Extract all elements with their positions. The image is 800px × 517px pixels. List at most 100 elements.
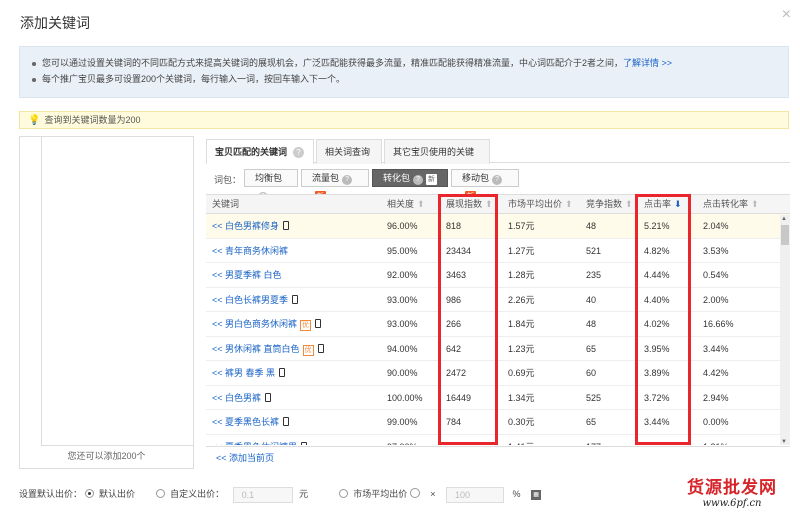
rel-cell: 97.00% <box>387 435 418 446</box>
learn-more-link[interactable]: 了解详情 >> <box>623 58 672 68</box>
table-row[interactable]: << 男夏季裤 白色 92.00% 3463 1.28元 235 4.44% 0.54% <box>206 263 790 288</box>
table-row[interactable]: << 白色长裤男夏季 93.00% 986 2.26元 40 4.40% 2.00% <box>206 288 790 312</box>
table-row[interactable]: << 裤男 春季 黑 90.00% 2472 0.69元 60 3.89% 4.42% <box>206 361 790 386</box>
col-competition[interactable]: 竞争指数 ⬆ <box>586 195 633 214</box>
help-icon[interactable]: ? <box>492 175 503 185</box>
table-header: 关键词 相关度 ⬆ 展现指数 ⬆ 市场平均出价 ⬆ 竞争指数 ⬆ 点击率 ⬇ 点击转化率 ⬆ <box>206 195 790 214</box>
rel-cell: 90.00% <box>387 368 418 378</box>
comp-cell: 65 <box>586 343 597 354</box>
yuan-unit: 元 <box>299 489 309 499</box>
package-label: 词包： <box>214 175 242 185</box>
radio-default-bid[interactable] <box>84 489 94 498</box>
mobile-icon <box>283 417 290 426</box>
info-line-1: 您可以通过设置关键词的不同匹配方式来提高关键词的展现机会，广泛匹配能获得最多流量… <box>42 58 624 68</box>
package-bar: 词包： 均衡包? 流量包?新 转化包?新 移动包?新 <box>206 165 790 202</box>
col-avg-price[interactable]: 市场平均出价 ⬆ <box>508 195 573 214</box>
add-keyword-link[interactable]: << 白色男裤 <box>212 393 261 403</box>
tab-other-items-keywords[interactable]: 其它宝贝使用的关键词 <box>384 139 490 181</box>
radio-custom-bid[interactable] <box>155 489 165 498</box>
scroll-down-icon[interactable]: ▼ <box>781 439 787 445</box>
keyword-cell: << 白色男裤 <box>212 386 272 410</box>
add-keyword-link[interactable]: << 裤男 春季 黑 <box>212 368 275 378</box>
highlight-ctr <box>635 194 691 445</box>
quality-tag: 优 <box>302 344 314 356</box>
package-traffic[interactable]: 流量包?新 <box>301 169 369 202</box>
sort-icon[interactable]: ⬆ <box>565 199 573 209</box>
notice-text: 查询到关键词数量为200 <box>44 115 141 125</box>
tab-related-search[interactable]: 相关词查询 <box>316 139 382 164</box>
help-icon[interactable]: ? <box>413 175 424 185</box>
sort-icon[interactable]: ⬆ <box>751 199 759 209</box>
col-cvr[interactable]: 点击转化率 ⬆ <box>703 195 759 214</box>
add-keyword-link[interactable]: << 男夏季裤 白色 <box>212 270 282 280</box>
add-current-page-link[interactable]: << 添加当前页 <box>206 446 790 469</box>
package-balanced[interactable]: 均衡包? <box>244 169 298 202</box>
dialog-title: 添加关键词 <box>20 15 90 31</box>
add-keyword-link[interactable]: << 青年商务休闲裤 <box>212 246 288 256</box>
selected-keywords-list[interactable] <box>41 137 193 446</box>
package-mobile[interactable]: 移动包?新 <box>451 169 519 202</box>
selected-keywords-panel: 您还可以添加200个 <box>19 136 194 469</box>
keyword-cell: << 男休闲裤 直筒白色优 <box>212 337 324 361</box>
multiply-sign: × <box>430 489 436 499</box>
custom-bid-label: 自定义出价： <box>170 489 225 499</box>
price-cell: 2.26元 <box>508 294 535 305</box>
help-icon[interactable] <box>409 488 420 498</box>
radio-market-bid[interactable] <box>338 489 348 498</box>
close-icon[interactable]: × <box>782 6 791 24</box>
price-cell: 0.69元 <box>508 368 535 378</box>
price-cell: 1.28元 <box>508 270 535 280</box>
rel-cell: 94.00% <box>387 343 418 354</box>
table-row[interactable]: << 白色男裤 100.00% 16449 1.34元 525 3.72% 2.94% <box>206 386 790 410</box>
col-relevance[interactable]: 相关度 ⬆ <box>387 195 425 214</box>
mobile-icon <box>292 294 299 304</box>
info-box: 您可以通过设置关键词的不同匹配方式来提高关键词的展现机会，广泛匹配能获得最多流量… <box>19 46 789 98</box>
package-conversion[interactable]: 转化包? 新 <box>372 169 448 187</box>
cvr-cell: 1.21% <box>703 435 729 446</box>
help-icon[interactable]: ? <box>293 147 305 158</box>
keyword-search-panel: 宝贝匹配的关键词? 相关词查询 其它宝贝使用的关键词 词包： 均衡包? 流量包?… <box>206 136 790 469</box>
cvr-cell: 2.94% <box>703 392 729 403</box>
package-conversion-label: 转化包 <box>383 173 411 183</box>
table-row[interactable]: << 白色男裤修身 96.00% 818 1.57元 48 5.21% 2.04% <box>206 214 790 239</box>
rel-cell: 92.00% <box>387 270 418 280</box>
custom-bid-input[interactable]: 0.1 <box>232 486 293 503</box>
percent-unit: % <box>512 489 521 499</box>
comp-cell: 235 <box>586 270 602 280</box>
add-keyword-link[interactable]: << 夏季黑色长裤 <box>212 417 279 427</box>
add-keyword-link[interactable]: << 夏季黑色休闲裤男 <box>212 442 297 446</box>
table-row[interactable]: << 男白色商务休闲裤优 93.00% 266 1.84元 48 4.02% 16.66% <box>206 312 790 337</box>
rel-cell: 96.00% <box>387 221 418 231</box>
add-keyword-link[interactable]: << 白色长裤男夏季 <box>212 295 288 305</box>
sort-icon[interactable]: ⬆ <box>625 199 633 209</box>
scroll-thumb[interactable] <box>781 225 789 245</box>
add-keyword-link[interactable]: << 男休闲裤 直筒白色 <box>212 344 300 354</box>
col-label: 点击转化率 <box>703 199 749 209</box>
table-scrollbar[interactable]: ▲ ▼ <box>780 215 790 445</box>
comp-cell: 48 <box>586 221 597 231</box>
keyword-cell: << 男夏季裤 白色 <box>212 263 282 287</box>
mobile-icon <box>265 392 272 402</box>
add-keyword-link[interactable]: << 白色男裤修身 <box>212 221 279 231</box>
tab-matched-keywords[interactable]: 宝贝匹配的关键词? <box>206 139 314 164</box>
help-icon[interactable]: ? <box>342 175 353 185</box>
cvr-cell: 2.00% <box>703 294 729 305</box>
table-row[interactable]: << 男休闲裤 直筒白色优 94.00% 642 1.23元 65 3.95% 3.44% <box>206 337 790 361</box>
package-traffic-label: 流量包 <box>312 173 340 183</box>
comp-cell: 525 <box>586 392 602 403</box>
default-bid-label: 默认出价 <box>99 489 136 499</box>
add-keyword-link[interactable]: << 男白色商务休闲裤 <box>212 319 297 329</box>
highlight-impressions <box>438 194 498 445</box>
percent-input[interactable]: 100 <box>446 486 505 503</box>
remaining-count: 您还可以添加200个 <box>67 451 146 461</box>
table-row[interactable]: << 青年商务休闲裤 95.00% 23434 1.27元 521 4.82% 3.53% <box>206 239 790 263</box>
calculator-icon[interactable]: ▦ <box>531 489 542 500</box>
keyword-table: 关键词 相关度 ⬆ 展现指数 ⬆ 市场平均出价 ⬆ 竞争指数 ⬆ 点击率 ⬇ 点击转化率 ⬆… <box>206 194 790 445</box>
sort-icon[interactable]: ⬆ <box>417 199 425 209</box>
table-row[interactable]: << 夏季黑色休闲裤男97.00%30601.41元1773.40%1.21% <box>206 435 790 446</box>
scroll-up-icon[interactable]: ▲ <box>781 216 787 222</box>
cvr-cell: 3.44% <box>703 343 729 354</box>
market-bid-label: 市场平均出价 <box>353 489 408 499</box>
table-row[interactable]: << 夏季黑色长裤 99.00% 784 0.30元 65 3.44% 0.00% <box>206 410 790 435</box>
mobile-icon <box>317 343 324 353</box>
